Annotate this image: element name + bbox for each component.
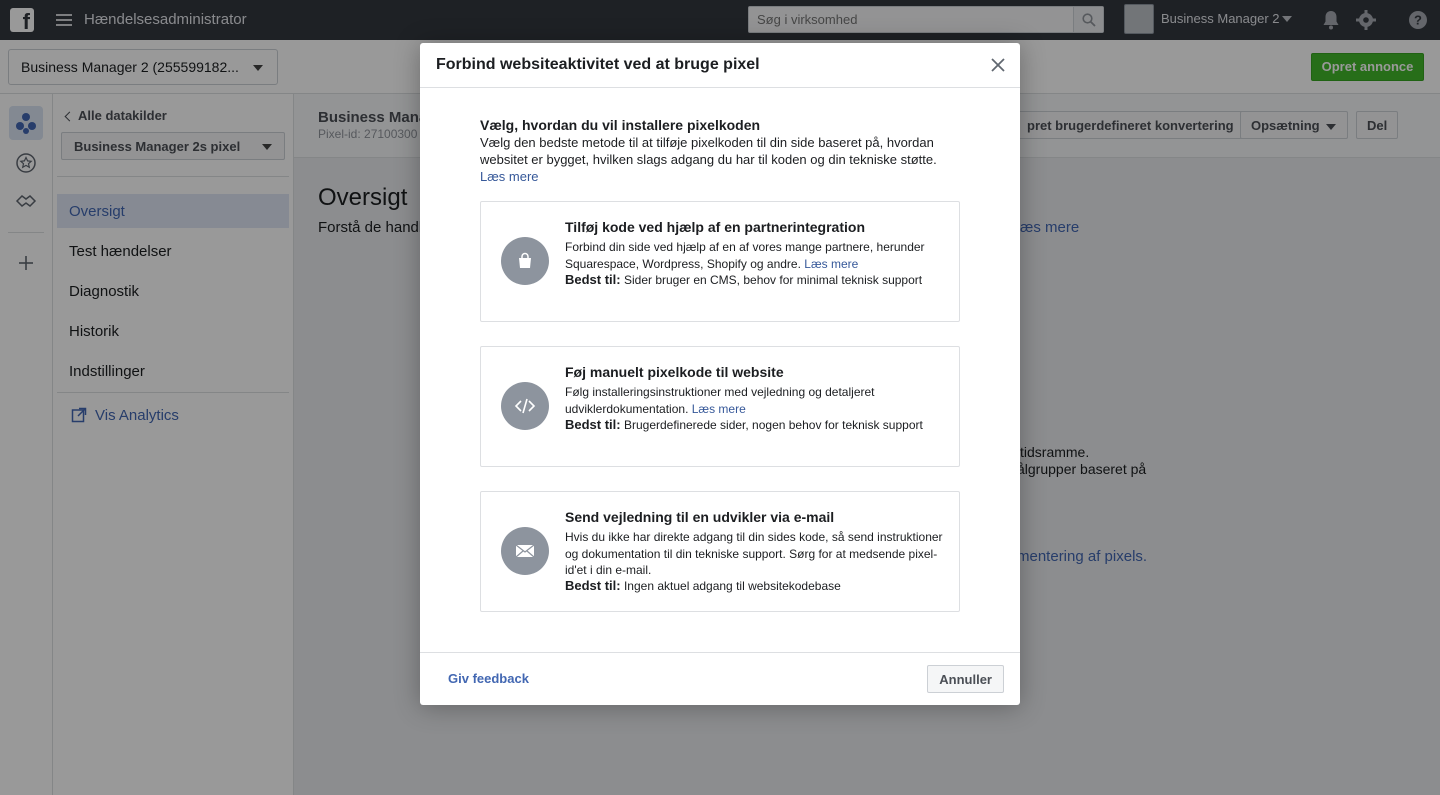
- option-partner-integration[interactable]: Tilføj kode ved hjælp af en partnerinteg…: [480, 201, 960, 322]
- intro-text: Vælg den bedste metode til at tilføje pi…: [480, 135, 937, 184]
- option-title: Send vejledning til en udvikler via e-ma…: [565, 509, 835, 525]
- shopping-bag-icon: [501, 237, 549, 285]
- option-title: Tilføj kode ved hjælp af en partnerinteg…: [565, 219, 866, 235]
- option-best-for: Bedst til: Ingen aktuel adgang til websi…: [565, 578, 841, 593]
- read-more-link[interactable]: Læs mere: [804, 257, 858, 271]
- intro-title: Vælg, hvordan du vil installere pixelkod…: [480, 117, 761, 133]
- code-icon: [501, 382, 549, 430]
- cancel-button[interactable]: Annuller: [927, 665, 1004, 693]
- option-description: Hvis du ikke har direkte adgang til din …: [565, 530, 943, 577]
- read-more-link[interactable]: Læs mere: [480, 169, 539, 184]
- option-description: Forbind din side ved hjælp af en af vore…: [565, 240, 925, 271]
- option-email-developer[interactable]: Send vejledning til en udvikler via e-ma…: [480, 491, 960, 612]
- dialog-footer: Giv feedback Annuller: [420, 652, 1020, 705]
- read-more-link[interactable]: Læs mere: [692, 402, 746, 416]
- dialog-intro: Vælg, hvordan du vil installere pixelkod…: [480, 116, 960, 185]
- dialog-header: Forbind websiteaktivitet ved at bruge pi…: [420, 43, 1020, 88]
- give-feedback-link[interactable]: Giv feedback: [448, 671, 529, 686]
- envelope-icon: [501, 527, 549, 575]
- option-title: Føj manuelt pixelkode til website: [565, 364, 784, 380]
- option-best-for: Bedst til: Sider bruger en CMS, behov fo…: [565, 272, 923, 287]
- dialog-title: Forbind websiteaktivitet ved at bruge pi…: [436, 56, 760, 73]
- close-icon[interactable]: [988, 55, 1008, 75]
- option-description: Følg installeringsinstruktioner med vejl…: [565, 385, 875, 416]
- option-manual-install[interactable]: Føj manuelt pixelkode til website Følg i…: [480, 346, 960, 467]
- option-best-for: Bedst til: Brugerdefinerede sider, nogen…: [565, 417, 923, 432]
- install-pixel-dialog: Forbind websiteaktivitet ved at bruge pi…: [420, 43, 1020, 705]
